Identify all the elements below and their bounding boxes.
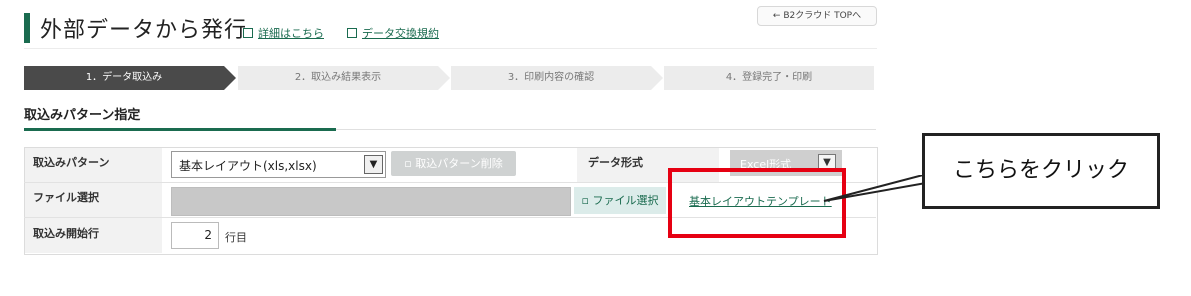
section-underline (24, 128, 336, 131)
exchange-rules-link[interactable]: データ交換規約 (347, 25, 439, 41)
details-link[interactable]: 詳細はこちら (243, 25, 324, 41)
callout-box: こちらをクリック (922, 133, 1160, 209)
step-3: 3．印刷内容の確認 (451, 66, 663, 90)
step-1: 1．データ取込み (24, 66, 236, 90)
arrow-left-icon: ← (772, 11, 781, 21)
section-divider (336, 129, 876, 130)
start-row-input[interactable]: 2 (171, 222, 219, 249)
header-divider (24, 48, 877, 49)
external-link-icon (243, 28, 253, 38)
title-accent-bar (24, 13, 30, 43)
external-link-icon (347, 28, 357, 38)
format-label: データ形式 (588, 156, 643, 169)
start-row-label: 取込み開始行 (33, 227, 99, 240)
step-2: 2．取込み結果表示 (238, 66, 450, 90)
pattern-select[interactable]: 基本レイアウト(xls,xlsx) ▼ (171, 151, 386, 178)
window-icon: ▫ (581, 194, 589, 207)
file-label: ファイル選択 (33, 191, 99, 204)
window-icon: ▫ (404, 157, 412, 170)
file-path-field[interactable] (171, 187, 571, 216)
section-title: 取込みパターン指定 (24, 108, 141, 123)
page-title: 外部データから発行 (40, 18, 248, 43)
b2cloud-top-button[interactable]: ← B2クラウド TOPへ (757, 6, 877, 26)
start-row-unit: 行目 (225, 231, 247, 244)
delete-pattern-button[interactable]: ▫ 取込パターン削除 (391, 151, 516, 176)
callout-pointer (823, 175, 928, 202)
pattern-label: 取込みパターン (33, 156, 110, 169)
step-4: 4．登録完了・印刷 (664, 66, 874, 90)
file-select-button[interactable]: ▫ ファイル選択 (574, 187, 666, 214)
chevron-down-icon: ▼ (364, 155, 383, 174)
